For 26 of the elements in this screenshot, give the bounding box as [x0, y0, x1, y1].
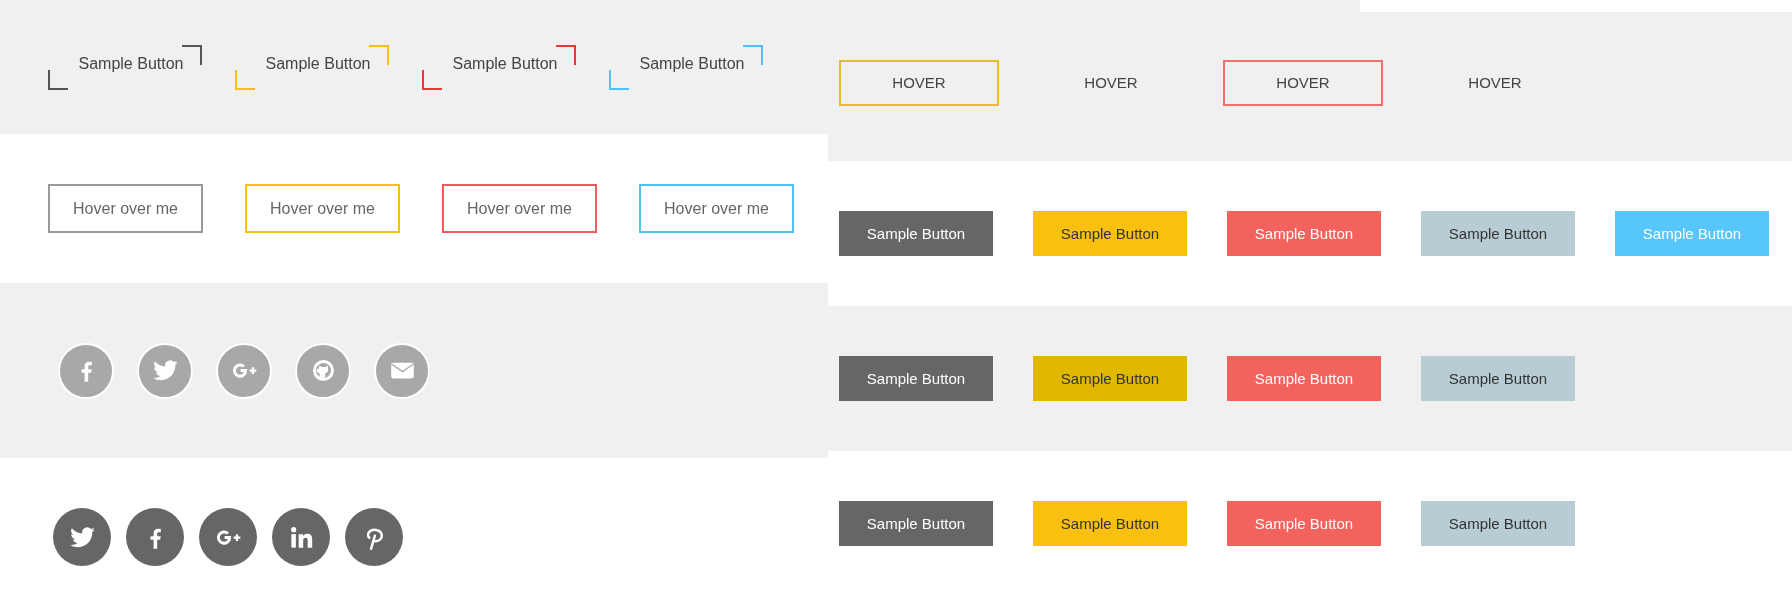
outline-button[interactable]: Hover over me — [48, 184, 203, 233]
sample-button[interactable]: Sample Button — [1033, 211, 1187, 256]
social-button[interactable] — [53, 508, 111, 566]
hover-button[interactable]: HOVER — [1031, 59, 1191, 106]
sample-button[interactable]: Sample Button — [839, 211, 993, 256]
sample-button[interactable]: Sample Button — [1033, 356, 1187, 401]
sample-button[interactable]: Sample Button — [1421, 356, 1575, 401]
sample-button[interactable]: Sample Button — [839, 501, 993, 546]
social-button[interactable] — [126, 508, 184, 566]
sample-button[interactable]: Sample Button — [839, 356, 993, 401]
hover-button[interactable]: HOVER — [839, 59, 999, 106]
outline-button[interactable]: Hover over me — [245, 184, 400, 233]
social-button[interactable] — [199, 508, 257, 566]
outline-button[interactable]: Hover over me — [442, 184, 597, 233]
corner-button[interactable]: Sample Button — [235, 44, 389, 90]
corner-button[interactable]: Sample Button — [609, 44, 763, 90]
sample-button[interactable]: Sample Button — [1033, 501, 1187, 546]
hover-button[interactable]: HOVER — [1223, 59, 1383, 106]
corner-button[interactable]: Sample Button — [48, 44, 202, 90]
social-button[interactable] — [272, 508, 330, 566]
corner-button[interactable]: Sample Button — [422, 44, 576, 90]
social-button[interactable] — [345, 508, 403, 566]
outline-button[interactable]: Hover over me — [639, 184, 794, 233]
hover-button[interactable]: HOVER — [1415, 59, 1575, 106]
sample-button[interactable]: Sample Button — [1421, 211, 1575, 256]
sample-button[interactable]: Sample Button — [1421, 501, 1575, 546]
